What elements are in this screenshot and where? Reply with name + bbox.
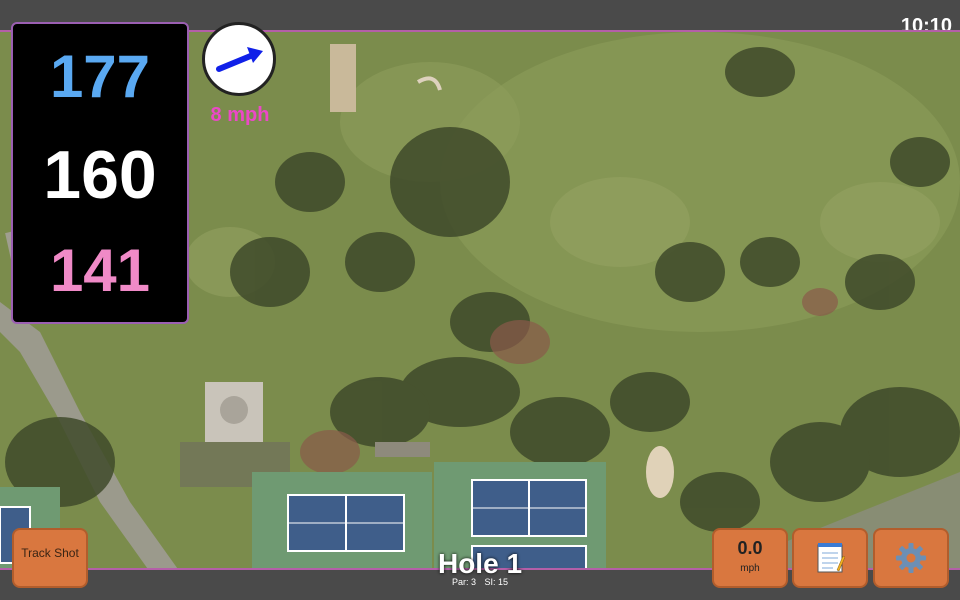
notes-button[interactable] bbox=[792, 528, 868, 588]
wind-direction-arrow-icon bbox=[216, 47, 263, 72]
notepad-icon bbox=[817, 543, 845, 573]
track-shot-button[interactable]: Track Shot bbox=[12, 528, 88, 588]
wind-direction-indicator bbox=[202, 22, 276, 96]
wind-speed: 8 mph bbox=[210, 104, 270, 126]
speed-unit: mph bbox=[740, 563, 760, 574]
hole-par: Par: 3 bbox=[451, 577, 476, 587]
speed-value: 0.0 bbox=[737, 538, 763, 558]
back-distance: 177 bbox=[49, 43, 151, 110]
hole-title: Hole 1 bbox=[437, 548, 523, 579]
middle-distance: 160 bbox=[43, 137, 157, 213]
hole-info: Par: 3 SI: 15 bbox=[380, 577, 580, 587]
distance-panel: 177 160 141 bbox=[11, 22, 189, 324]
speed-button[interactable]: 0.0 mph bbox=[712, 528, 788, 588]
front-distance: 141 bbox=[49, 237, 151, 304]
hole-stroke-index: SI: 15 bbox=[484, 577, 509, 587]
gear-icon bbox=[896, 543, 926, 573]
settings-button[interactable] bbox=[873, 528, 949, 588]
